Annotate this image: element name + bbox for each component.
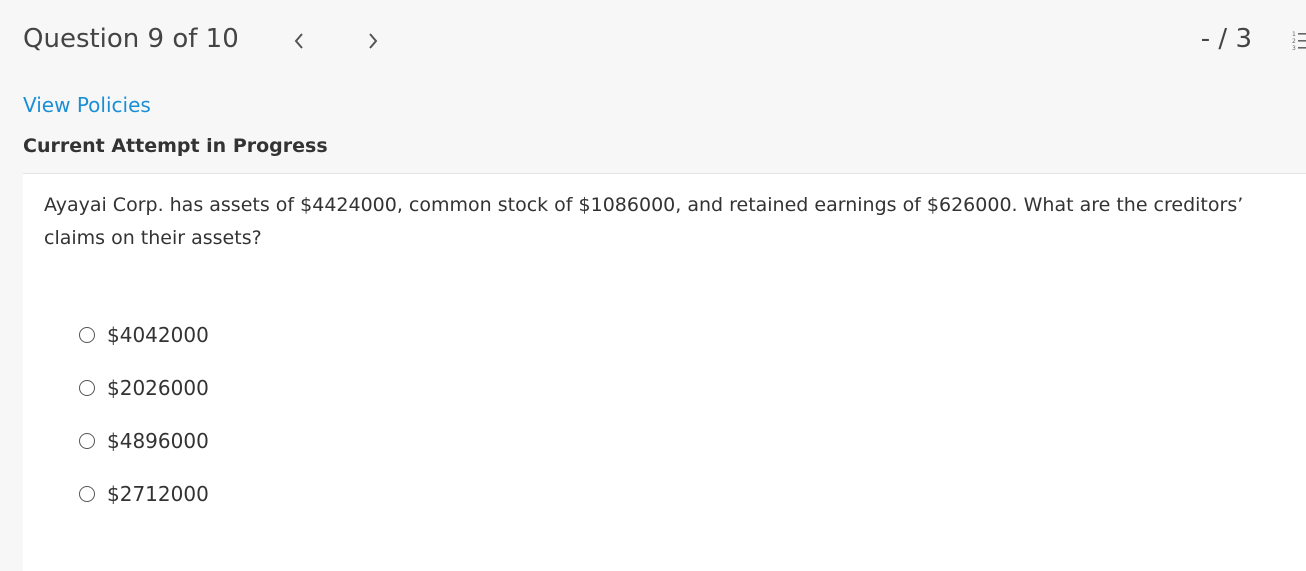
radio-button[interactable]	[79, 485, 95, 502]
view-policies-link[interactable]: View Policies	[23, 93, 151, 117]
radio-button[interactable]	[79, 379, 95, 396]
numbered-list-icon[interactable]: 1 2 3	[1292, 30, 1306, 52]
radio-button[interactable]	[79, 432, 95, 449]
answer-option[interactable]: $4896000	[79, 414, 209, 467]
answer-option-label: $4042000	[107, 322, 209, 347]
question-panel: Ayayai Corp. has assets of $4424000, com…	[23, 173, 1306, 571]
answer-option[interactable]: $4042000	[79, 308, 209, 361]
chevron-left-icon	[294, 33, 303, 49]
radio-button[interactable]	[79, 326, 95, 343]
answer-option[interactable]: $2026000	[79, 361, 209, 414]
score-display: - / 3	[1200, 24, 1252, 54]
attempt-status: Current Attempt in Progress	[23, 135, 328, 157]
chevron-right-icon	[369, 33, 378, 49]
question-header: Question 9 of 10 - / 3 1 2 3	[0, 0, 1306, 90]
answer-option-label: $4896000	[107, 428, 209, 453]
answer-option[interactable]: $2712000	[79, 467, 209, 520]
svg-text:3: 3	[1292, 45, 1296, 52]
answer-options: $4042000 $2026000 $4896000 $2712000	[79, 308, 209, 520]
svg-text:2: 2	[1292, 38, 1296, 45]
next-question-button[interactable]	[358, 26, 388, 56]
question-position: Question 9 of 10	[23, 24, 239, 54]
svg-text:1: 1	[1292, 31, 1296, 38]
previous-question-button[interactable]	[284, 26, 314, 56]
answer-option-label: $2712000	[107, 481, 209, 506]
answer-option-label: $2026000	[107, 375, 209, 400]
question-text: Ayayai Corp. has assets of $4424000, com…	[44, 194, 1244, 249]
